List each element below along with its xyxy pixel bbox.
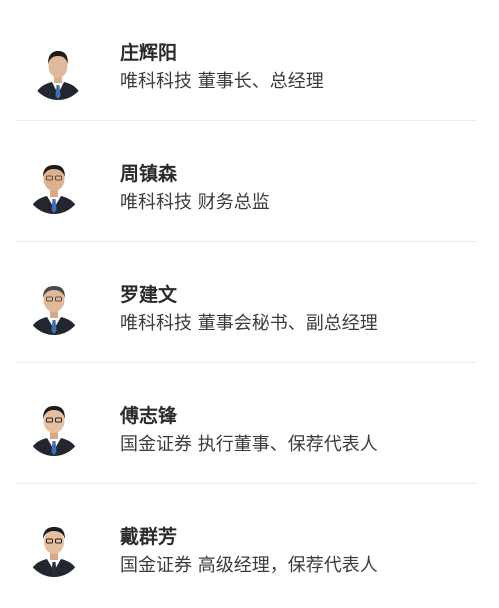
avatar (26, 279, 82, 335)
person-photo-icon (34, 51, 82, 100)
person-title: 国金证券 高级经理，保荐代表人 (120, 555, 378, 576)
avatar (30, 44, 86, 100)
person-name: 戴群芳 (120, 526, 178, 548)
person-photo-icon (29, 527, 79, 577)
list-item: 傅志锋 国金证券 执行董事、保荐代表人 (0, 363, 499, 484)
people-list: 庄辉阳 唯科科技 董事长、总经理 周镇森 唯科科技 财务总监 罗建文 唯科科技 … (0, 0, 499, 608)
person-name: 罗建文 (120, 284, 178, 306)
avatar (26, 158, 82, 214)
list-item: 罗建文 唯科科技 董事会秘书、副总经理 (0, 242, 499, 363)
person-title: 唯科科技 董事长、总经理 (120, 71, 324, 92)
list-item: 庄辉阳 唯科科技 董事长、总经理 (0, 0, 499, 121)
person-name: 周镇森 (120, 163, 178, 185)
person-photo-icon (29, 406, 79, 456)
person-photo-icon (29, 165, 79, 214)
avatar (26, 521, 82, 577)
person-photo-icon (29, 286, 79, 335)
list-item: 周镇森 唯科科技 财务总监 (0, 121, 499, 242)
person-title: 唯科科技 财务总监 (120, 192, 270, 213)
list-item: 戴群芳 国金证券 高级经理，保荐代表人 (0, 484, 499, 605)
avatar (26, 400, 82, 456)
person-title: 国金证券 执行董事、保荐代表人 (120, 434, 378, 455)
person-name: 傅志锋 (120, 405, 178, 427)
person-title: 唯科科技 董事会秘书、副总经理 (120, 313, 378, 334)
person-name: 庄辉阳 (120, 42, 178, 64)
